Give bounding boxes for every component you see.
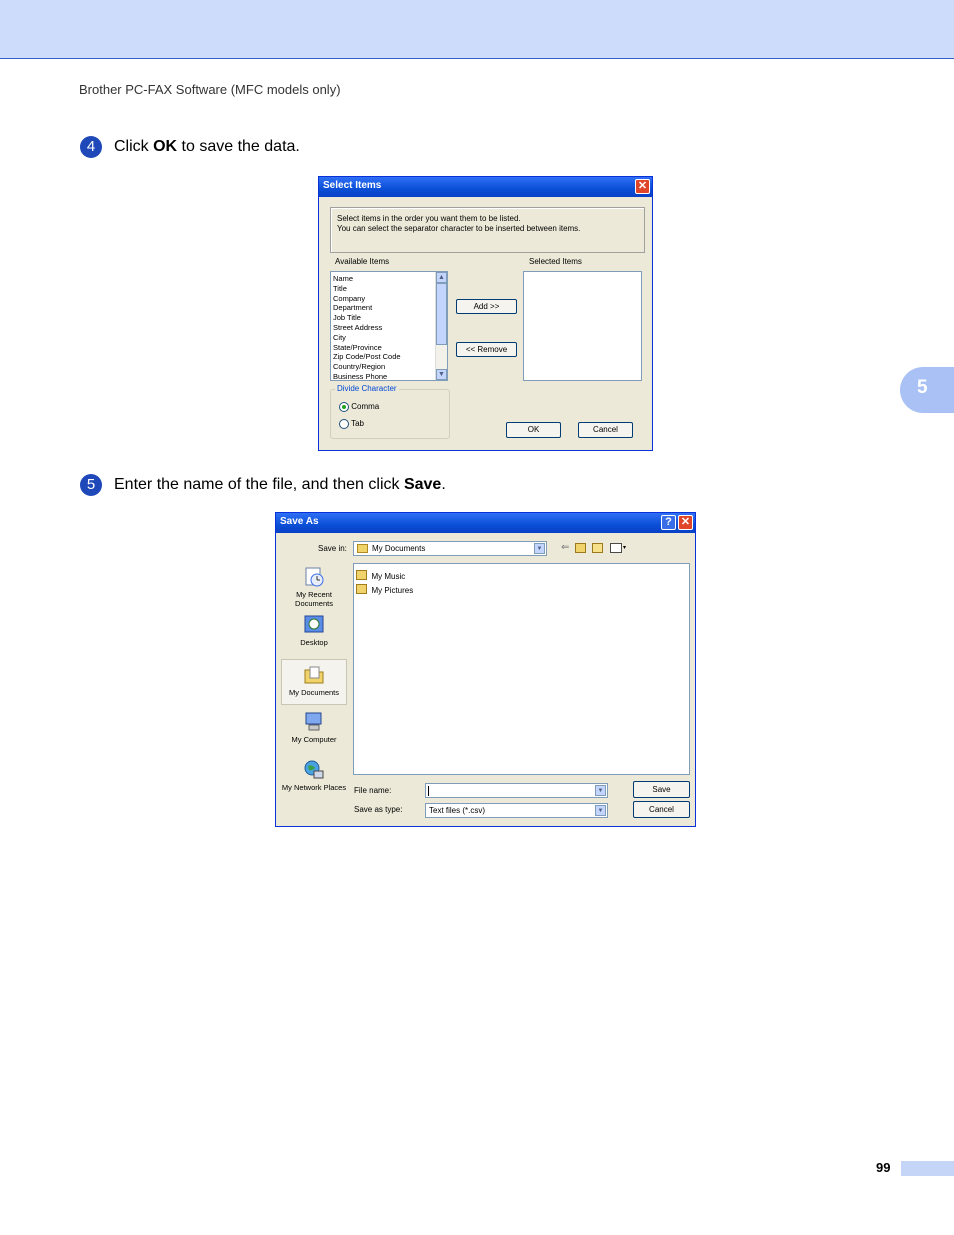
close-icon[interactable]: ✕ — [635, 179, 650, 194]
available-items-entries: Name Title Company Department Job Title Stree… — [333, 274, 401, 382]
cancel-button[interactable]: Cancel — [633, 801, 690, 818]
available-list-scrollbar[interactable]: ▲ ▼ — [435, 272, 447, 380]
instruction-line-2: You can select the separator character t… — [337, 224, 581, 233]
selected-items-label: Selected Items — [529, 257, 582, 266]
step-4: 4 Click OK to save the data. — [80, 136, 300, 158]
file-list[interactable]: My Music My Pictures — [353, 563, 690, 775]
save-as-type-label: Save as type: — [354, 805, 403, 814]
save-as-title: Save As — [280, 516, 319, 527]
chevron-down-icon[interactable]: ▼ — [534, 543, 545, 554]
step-5: 5 Enter the name of the file, and then cl… — [80, 474, 446, 496]
my-documents-icon — [303, 664, 325, 686]
add-button[interactable]: Add >> — [456, 299, 517, 314]
chapter-tab: 5 — [900, 367, 954, 413]
save-as-type-value: Text files (*.csv) — [429, 806, 486, 815]
divide-character-group: Divide Character Comma Tab — [330, 384, 450, 439]
list-item[interactable]: Street Address — [333, 323, 401, 333]
list-item[interactable]: Business Phone — [333, 372, 401, 382]
list-item[interactable]: Department — [333, 303, 401, 313]
save-in-label: Save in: — [318, 544, 347, 553]
places-bar: My Recent Documents Desktop My Documents… — [281, 561, 349, 823]
save-button[interactable]: Save — [633, 781, 690, 798]
chevron-down-icon[interactable]: ▼ — [595, 805, 606, 816]
save-as-type-select[interactable]: Text files (*.csv) ▼ — [425, 803, 608, 818]
place-my-network-places[interactable]: My Network Places — [281, 759, 347, 792]
save-as-dialog: Save As ? ✕ Save in: My Documents ▼ ⇐ ▾ … — [275, 512, 696, 827]
save-as-titlebar: Save As ? ✕ — [276, 513, 695, 533]
back-icon[interactable]: ⇐ — [561, 542, 569, 553]
place-label: My Computer — [291, 735, 337, 744]
selected-items-list[interactable] — [523, 271, 642, 381]
text-cursor — [428, 786, 429, 796]
help-icon[interactable]: ? — [661, 515, 676, 530]
header-band — [0, 0, 954, 59]
available-items-label: Available Items — [335, 257, 390, 266]
step-4-number: 4 — [80, 136, 102, 158]
close-icon[interactable]: ✕ — [678, 515, 693, 530]
comma-label: Comma — [351, 402, 380, 412]
new-folder-icon[interactable] — [592, 543, 603, 553]
list-item[interactable]: Zip Code/Post Code — [333, 352, 401, 362]
place-recent-documents[interactable]: My Recent Documents — [281, 566, 347, 608]
place-label: My Network Places — [281, 783, 347, 792]
list-item[interactable]: Country/Region — [333, 362, 401, 372]
place-label: Desktop — [300, 638, 328, 647]
place-label: My Documents — [288, 688, 339, 697]
scroll-thumb[interactable] — [436, 283, 447, 345]
tab-radio[interactable]: Tab — [339, 419, 364, 429]
up-folder-icon[interactable] — [575, 543, 586, 553]
file-name-input[interactable]: ▼ — [425, 783, 608, 798]
chevron-down-icon[interactable]: ▼ — [595, 785, 606, 796]
ok-button[interactable]: OK — [506, 422, 561, 438]
view-dropdown-icon[interactable]: ▾ — [623, 544, 626, 551]
select-items-title: Select Items — [323, 180, 382, 191]
list-item[interactable]: City — [333, 333, 401, 343]
place-my-documents[interactable]: My Documents — [281, 659, 347, 705]
select-items-titlebar: Select Items ✕ — [319, 177, 652, 197]
folder-icon — [357, 544, 368, 553]
instruction-box: Select items in the order you want them … — [330, 207, 645, 253]
place-label: My Recent Documents — [295, 590, 333, 608]
pictures-folder-icon — [356, 583, 367, 594]
step-4-text: Click OK to save the data. — [114, 138, 300, 155]
music-folder-icon — [356, 569, 367, 580]
list-item[interactable]: Company — [333, 294, 401, 304]
file-label: My Pictures — [371, 586, 414, 595]
scroll-up-icon[interactable]: ▲ — [436, 272, 447, 283]
view-menu-icon[interactable] — [610, 543, 622, 553]
file-item-my-pictures[interactable]: My Pictures — [356, 580, 413, 598]
my-computer-icon — [303, 711, 325, 733]
file-name-label: File name: — [354, 786, 392, 795]
tab-label: Tab — [351, 419, 364, 429]
footer-bar — [901, 1161, 954, 1176]
list-item[interactable]: Title — [333, 284, 401, 294]
desktop-icon — [303, 614, 325, 636]
select-items-dialog: Select Items ✕ Select items in the order… — [318, 176, 653, 451]
list-item[interactable]: State/Province — [333, 343, 401, 353]
divide-character-label: Divide Character — [335, 384, 399, 393]
running-head: Brother PC-FAX Software (MFC models only… — [79, 82, 341, 97]
recent-documents-icon — [303, 566, 325, 588]
save-in-value: My Documents — [372, 544, 426, 553]
save-in-combo[interactable]: My Documents ▼ — [353, 541, 547, 556]
place-my-computer[interactable]: My Computer — [281, 711, 347, 744]
page-number: 99 — [876, 1160, 891, 1175]
cancel-button[interactable]: Cancel — [578, 422, 633, 438]
list-item[interactable]: Name — [333, 274, 401, 284]
place-desktop[interactable]: Desktop — [281, 614, 347, 647]
step-5-number: 5 — [80, 474, 102, 496]
comma-radio[interactable]: Comma — [339, 402, 379, 412]
scroll-down-icon[interactable]: ▼ — [436, 369, 447, 380]
chapter-number: 5 — [917, 377, 928, 398]
list-item[interactable]: Job Title — [333, 313, 401, 323]
step-5-text: Enter the name of the file, and then cli… — [114, 476, 446, 493]
remove-button[interactable]: << Remove — [456, 342, 517, 357]
network-places-icon — [303, 759, 325, 781]
instruction-line-1: Select items in the order you want them … — [337, 214, 521, 223]
available-items-list[interactable]: Name Title Company Department Job Title Stree… — [330, 271, 448, 381]
